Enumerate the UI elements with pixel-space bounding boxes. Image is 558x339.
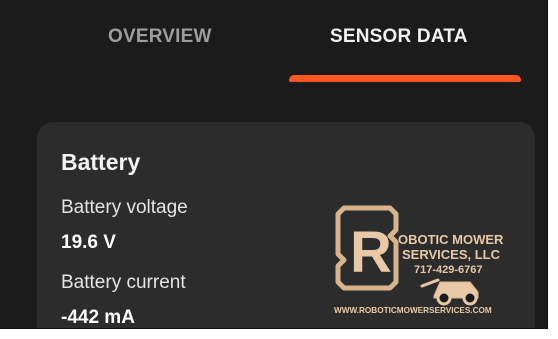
tab-bar: OVERVIEW SENSOR DATA [0, 0, 547, 88]
tab-overview[interactable]: OVERVIEW [108, 22, 228, 52]
battery-voltage-value: 19.6 V [61, 232, 116, 253]
logo-line1: OBOTIC MOWER [398, 232, 504, 247]
card-title: Battery [61, 149, 141, 175]
logo-line2: SERVICES, LLC [402, 247, 501, 262]
logo-letter: R [350, 220, 392, 285]
battery-current-value: -442 mA [61, 307, 135, 328]
robotic-mower-services-logo: R OBOTIC MOWER SERVICES, LLC 717-429-676… [334, 205, 504, 315]
logo-phone: 717-429-6767 [414, 264, 483, 276]
tab-sensor-data[interactable]: SENSOR DATA [330, 22, 490, 52]
mower-icon [420, 278, 479, 306]
battery-voltage-label: Battery voltage [61, 197, 188, 218]
battery-current-label: Battery current [61, 272, 186, 293]
active-tab-indicator [289, 75, 521, 82]
logo-website: WWW.ROBOTICMOWERSERVICES.COM [334, 306, 492, 315]
app-screen: OVERVIEW SENSOR DATA Battery Battery vol… [0, 0, 548, 329]
